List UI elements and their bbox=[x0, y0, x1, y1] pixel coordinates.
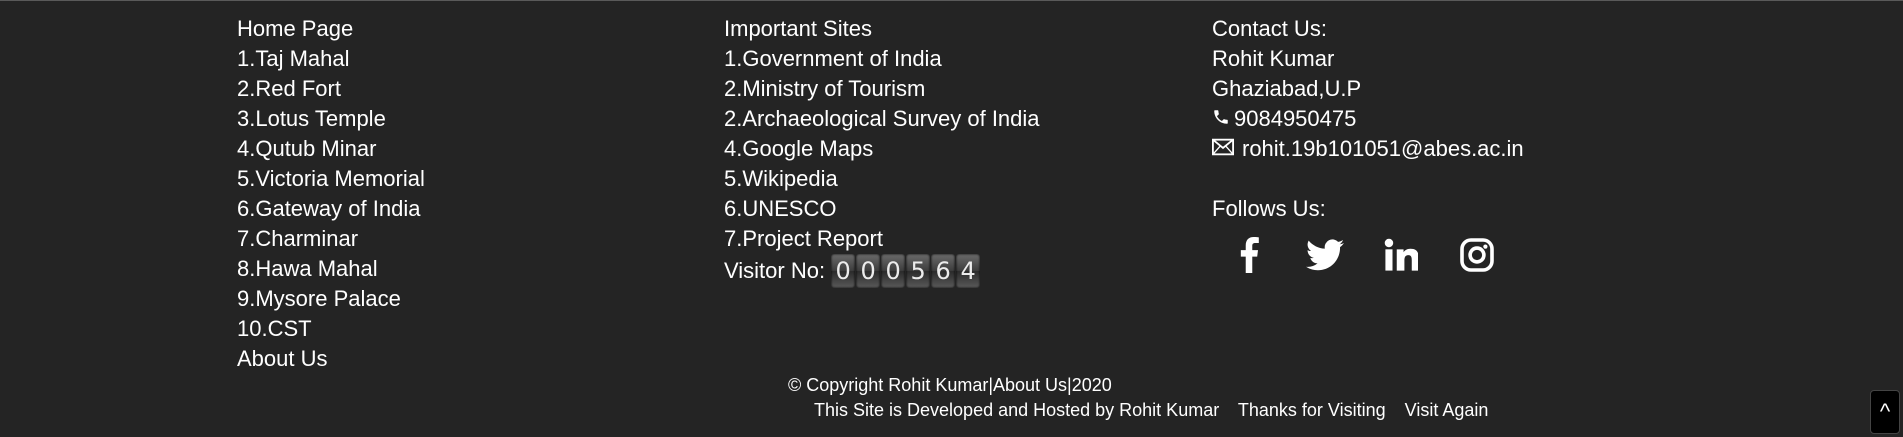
counter-digit: 4 bbox=[956, 254, 981, 288]
about-us-link[interactable]: About Us bbox=[237, 344, 425, 374]
link-archaeological-survey[interactable]: 2.Archaeological Survey of India bbox=[724, 104, 1040, 134]
copyright-line: © Copyright Rohit Kumar|About Us|2020 bbox=[788, 375, 1112, 395]
instagram-icon[interactable] bbox=[1458, 236, 1496, 274]
visitor-counter: 0 0 0 5 6 4 bbox=[831, 254, 981, 288]
link-red-fort[interactable]: 2.Red Fort bbox=[237, 74, 425, 104]
visit-again-text: Visit Again bbox=[1404, 400, 1489, 420]
link-victoria-memorial[interactable]: 5.Victoria Memorial bbox=[237, 164, 425, 194]
thanks-text: Thanks for Visiting bbox=[1237, 400, 1386, 420]
link-unesco[interactable]: 6.UNESCO bbox=[724, 194, 1040, 224]
footer-column-contact: Contact Us: Rohit Kumar Ghaziabad,U.P 90… bbox=[1212, 14, 1524, 274]
link-charminar[interactable]: 7.Charminar bbox=[237, 224, 425, 254]
link-project-report[interactable]: 7.Project Report bbox=[724, 224, 1040, 254]
link-hawa-mahal[interactable]: 8.Hawa Mahal bbox=[237, 254, 425, 284]
contact-name: Rohit Kumar bbox=[1212, 46, 1335, 71]
phone-icon bbox=[1212, 104, 1234, 134]
link-government-of-india[interactable]: 1.Government of India bbox=[724, 44, 1040, 74]
home-page-link[interactable]: Home Page bbox=[237, 14, 425, 44]
contact-email-row: rohit.19b101051@abes.ac.in bbox=[1212, 134, 1524, 164]
link-google-maps[interactable]: 4.Google Maps bbox=[724, 134, 1040, 164]
counter-digit: 0 bbox=[856, 254, 881, 288]
counter-digit: 6 bbox=[931, 254, 956, 288]
visitor-label: Visitor No: bbox=[724, 258, 826, 283]
social-links bbox=[1230, 236, 1524, 274]
link-wikipedia[interactable]: 5.Wikipedia bbox=[724, 164, 1040, 194]
follow-heading: Follows Us: bbox=[1212, 196, 1326, 221]
counter-digit: 5 bbox=[906, 254, 931, 288]
link-cst[interactable]: 10.CST bbox=[237, 314, 425, 344]
link-qutub-minar[interactable]: 4.Qutub Minar bbox=[237, 134, 425, 164]
link-ministry-of-tourism[interactable]: 2.Ministry of Tourism bbox=[724, 74, 1040, 104]
envelope-icon bbox=[1212, 134, 1242, 164]
developed-by-text: This Site is Developed and Hosted by Roh… bbox=[814, 400, 1220, 420]
footer-column-important-sites: Important Sites 1.Government of India 2.… bbox=[724, 14, 1040, 288]
contact-heading: Contact Us: bbox=[1212, 16, 1327, 41]
counter-digit: 0 bbox=[881, 254, 906, 288]
facebook-icon[interactable] bbox=[1230, 236, 1268, 274]
link-mysore-palace[interactable]: 9.Mysore Palace bbox=[237, 284, 425, 314]
contact-phone[interactable]: 9084950475 bbox=[1234, 106, 1356, 131]
link-gateway-of-india[interactable]: 6.Gateway of India bbox=[237, 194, 425, 224]
link-lotus-temple[interactable]: 3.Lotus Temple bbox=[237, 104, 425, 134]
top-divider bbox=[0, 0, 1903, 1]
contact-email[interactable]: rohit.19b101051@abes.ac.in bbox=[1242, 136, 1524, 161]
contact-location: Ghaziabad,U.P bbox=[1212, 76, 1362, 101]
footer-column-home: Home Page 1.Taj Mahal 2.Red Fort 3.Lotus… bbox=[237, 14, 425, 374]
visitor-counter-row: Visitor No: 0 0 0 5 6 4 bbox=[724, 254, 1040, 288]
twitter-icon[interactable] bbox=[1306, 236, 1344, 274]
scroll-to-top-button[interactable]: ^ bbox=[1870, 390, 1900, 434]
link-taj-mahal[interactable]: 1.Taj Mahal bbox=[237, 44, 425, 74]
linkedin-icon[interactable] bbox=[1382, 236, 1420, 274]
important-sites-heading: Important Sites bbox=[724, 16, 872, 41]
counter-digit: 0 bbox=[831, 254, 856, 288]
credits-line: This Site is Developed and Hosted by Roh… bbox=[814, 400, 1502, 421]
contact-phone-row: 9084950475 bbox=[1212, 104, 1524, 134]
